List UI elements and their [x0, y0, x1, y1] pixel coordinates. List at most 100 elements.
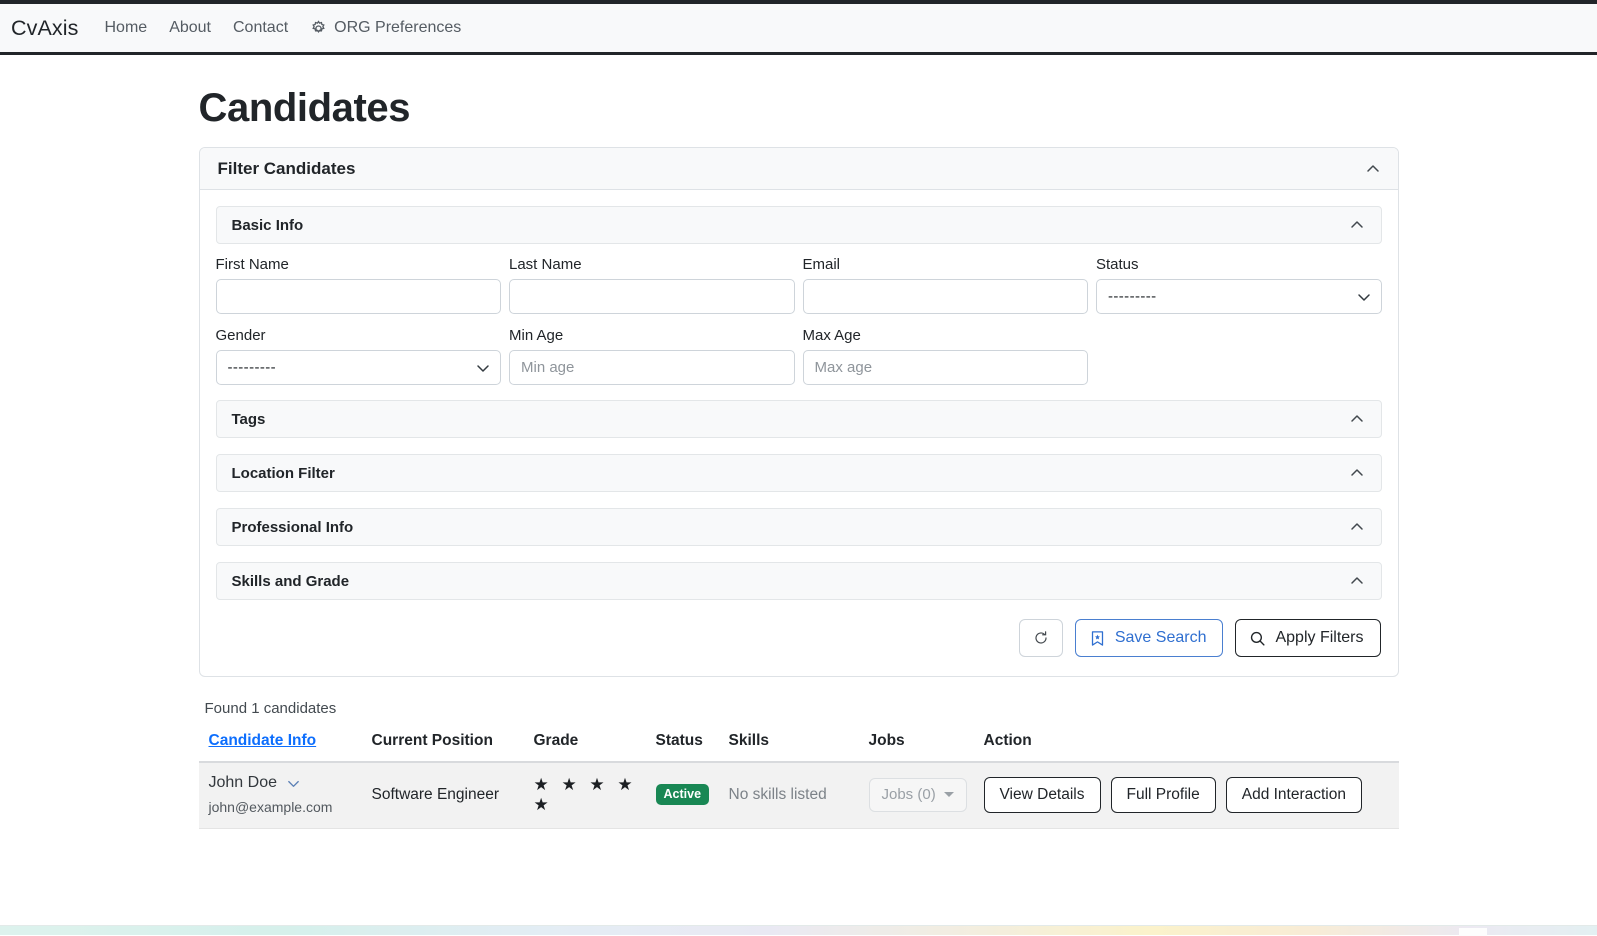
nav-link-contact[interactable]: Contact: [233, 19, 288, 37]
save-search-button[interactable]: Save Search: [1075, 619, 1224, 657]
filter-candidates-card: Filter Candidates Basic Info: [199, 147, 1399, 677]
chevron-down-icon[interactable]: [286, 776, 301, 791]
field-last-name: Last Name: [509, 256, 795, 327]
nav-link-about[interactable]: About: [169, 19, 211, 37]
first-name-input[interactable]: [216, 279, 502, 314]
accordion-header-basic-info[interactable]: Basic Info: [216, 206, 1382, 244]
status-badge: Active: [656, 784, 710, 805]
filter-actions: Save Search Apply Filters: [216, 600, 1382, 660]
field-min-age: Min Age: [509, 327, 795, 398]
accordion-header-professional-info[interactable]: Professional Info: [216, 508, 1382, 546]
brand-logo[interactable]: CvAxis: [10, 16, 79, 41]
cell-action: View Details Full Profile Add Interactio…: [976, 762, 1399, 829]
filter-candidates-header[interactable]: Filter Candidates: [200, 148, 1398, 190]
candidate-name: John Doe: [209, 774, 302, 792]
field-spacer: [1096, 327, 1382, 398]
reset-filters-button[interactable]: [1019, 619, 1063, 657]
gender-select-wrap: ---------: [216, 350, 502, 385]
candidate-email: john@example.com: [209, 799, 356, 815]
min-age-input[interactable]: [509, 350, 795, 385]
candidates-table-body: John Doe john@example.com Software Engin…: [199, 762, 1399, 829]
filter-candidates-body: Basic Info First Name Last Name: [200, 190, 1398, 676]
table-row: John Doe john@example.com Software Engin…: [199, 762, 1399, 829]
sort-candidate-info-link[interactable]: Candidate Info: [209, 732, 317, 749]
filter-candidates-title: Filter Candidates: [218, 159, 356, 179]
accordion-basic-info: Basic Info First Name Last Name: [216, 206, 1382, 660]
column-status: Status: [648, 732, 721, 762]
cell-status: Active: [648, 762, 721, 829]
email-input[interactable]: [803, 279, 1089, 314]
save-search-label: Save Search: [1115, 629, 1207, 647]
column-action: Action: [976, 732, 1399, 762]
max-age-input[interactable]: [803, 350, 1089, 385]
chevron-up-icon[interactable]: [1349, 411, 1365, 427]
browser-bottom-edge: [0, 925, 1597, 935]
field-gender: Gender ---------: [216, 327, 502, 398]
content-container: Candidates Filter Candidates Basic Info: [199, 86, 1399, 829]
row-actions: View Details Full Profile Add Interactio…: [984, 777, 1391, 813]
jobs-dropdown-label: Jobs (0): [882, 786, 936, 803]
gear-icon: [310, 20, 327, 37]
accordion-header-skills-and-grade[interactable]: Skills and Grade: [216, 562, 1382, 600]
min-age-label: Min Age: [509, 327, 795, 344]
reset-icon: [1033, 630, 1049, 646]
table-header-row: Candidate Info Current Position Grade St…: [199, 732, 1399, 762]
full-profile-button[interactable]: Full Profile: [1111, 777, 1216, 813]
page-content: Candidates Filter Candidates Basic Info: [0, 86, 1597, 829]
field-first-name: First Name: [216, 256, 502, 327]
chevron-up-icon[interactable]: [1349, 573, 1365, 589]
accordion-title-skills-and-grade: Skills and Grade: [232, 573, 350, 590]
column-grade: Grade: [526, 732, 648, 762]
gender-select[interactable]: ---------: [216, 350, 502, 385]
last-name-label: Last Name: [509, 256, 795, 273]
accordion-title-location-filter: Location Filter: [232, 465, 335, 482]
field-max-age: Max Age: [803, 327, 1089, 398]
last-name-input[interactable]: [509, 279, 795, 314]
accordion-header-location-filter[interactable]: Location Filter: [216, 454, 1382, 492]
column-jobs: Jobs: [861, 732, 976, 762]
first-name-label: First Name: [216, 256, 502, 273]
accordion-header-tags[interactable]: Tags: [216, 400, 1382, 438]
accordion-title-tags: Tags: [232, 411, 266, 428]
cell-skills: No skills listed: [721, 762, 861, 829]
status-select-wrap: ---------: [1096, 279, 1382, 314]
search-icon: [1249, 630, 1266, 647]
chevron-up-icon[interactable]: [1365, 161, 1381, 177]
email-label: Email: [803, 256, 1089, 273]
nav-link-org-preferences-label: ORG Preferences: [334, 19, 461, 37]
field-status: Status ---------: [1096, 256, 1382, 327]
apply-filters-button[interactable]: Apply Filters: [1235, 619, 1380, 657]
status-select[interactable]: ---------: [1096, 279, 1382, 314]
gender-label: Gender: [216, 327, 502, 344]
cell-grade: ★ ★ ★ ★ ★: [526, 762, 648, 829]
cell-jobs: Jobs (0): [861, 762, 976, 829]
max-age-label: Max Age: [803, 327, 1089, 344]
chevron-up-icon[interactable]: [1349, 465, 1365, 481]
field-email: Email: [803, 256, 1089, 327]
candidate-name-text: John Doe: [209, 774, 278, 792]
navbar: CvAxis Home About Contact ORG Preference…: [0, 4, 1597, 55]
column-skills: Skills: [721, 732, 861, 762]
chevron-up-icon[interactable]: [1349, 217, 1365, 233]
cell-candidate-info: John Doe john@example.com: [199, 762, 364, 829]
basic-info-form: First Name Last Name Email Status: [216, 244, 1382, 398]
accordion-title-professional-info: Professional Info: [232, 519, 354, 536]
nav-link-home[interactable]: Home: [105, 19, 148, 37]
column-current-position: Current Position: [364, 732, 526, 762]
accordion-sections: Tags Location Filter Profe: [216, 400, 1382, 600]
page-title: Candidates: [199, 86, 1399, 131]
add-interaction-button[interactable]: Add Interaction: [1226, 777, 1362, 813]
candidates-table-head: Candidate Info Current Position Grade St…: [199, 732, 1399, 762]
view-details-button[interactable]: View Details: [984, 777, 1101, 813]
caret-down-icon: [944, 792, 954, 797]
apply-filters-label: Apply Filters: [1275, 629, 1363, 647]
grade-stars: ★ ★ ★ ★ ★: [534, 775, 637, 814]
nav-link-org-preferences[interactable]: ORG Preferences: [310, 19, 461, 37]
status-label: Status: [1096, 256, 1382, 273]
candidates-table: Candidate Info Current Position Grade St…: [199, 732, 1399, 829]
jobs-dropdown-button[interactable]: Jobs (0): [869, 778, 967, 812]
accordion-title-basic-info: Basic Info: [232, 217, 304, 234]
bookmark-star-icon: [1089, 630, 1106, 647]
results-count: Found 1 candidates: [205, 700, 1399, 717]
chevron-up-icon[interactable]: [1349, 519, 1365, 535]
